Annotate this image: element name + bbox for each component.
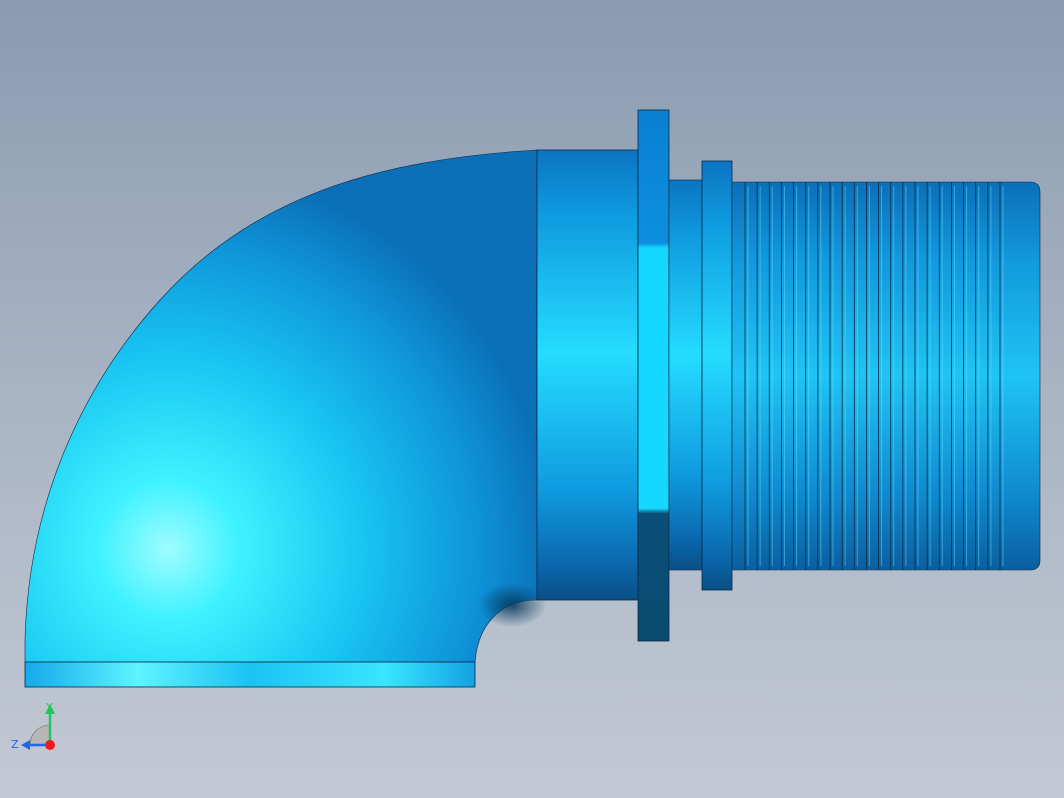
lock-nut[interactable] (701, 160, 733, 591)
model-canvas[interactable]: Y Z (0, 0, 1064, 798)
y-axis-label: Y (45, 701, 53, 714)
elbow-body[interactable] (24, 149, 538, 663)
threaded-section[interactable] (731, 181, 1041, 571)
z-axis-arrow-icon (21, 740, 30, 750)
collar-section[interactable] (536, 149, 639, 601)
neck-section (668, 179, 703, 571)
elbow-inner-shadow (478, 583, 546, 627)
z-axis-label: Z (11, 738, 19, 751)
flange-plate[interactable] (637, 109, 670, 642)
cad-viewport[interactable]: Y Z (0, 0, 1064, 798)
elbow-bottom-rim (24, 661, 476, 688)
x-axis-dot (45, 740, 55, 750)
orientation-triad[interactable]: Y Z (11, 701, 55, 751)
